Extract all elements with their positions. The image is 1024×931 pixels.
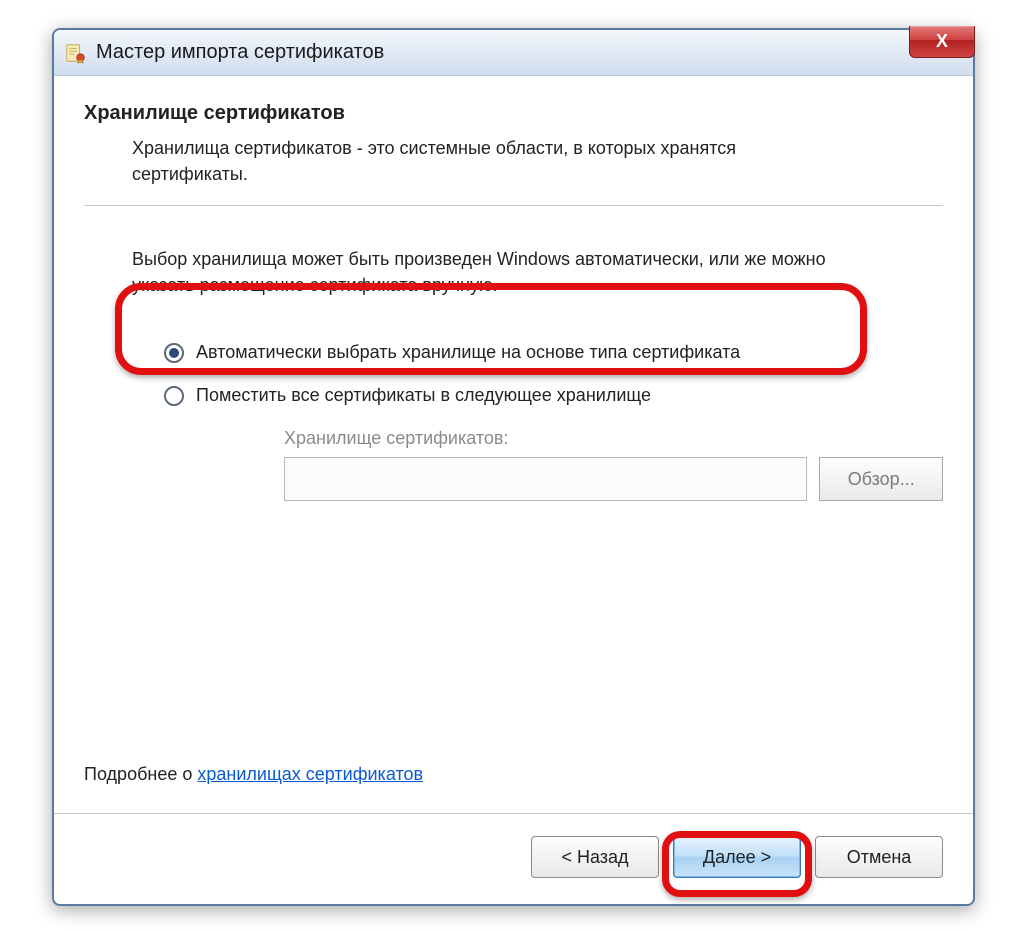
window-title: Мастер импорта сертификатов (96, 41, 963, 64)
cancel-button[interactable]: Отмена (815, 836, 943, 878)
radio-auto-store[interactable]: Автоматически выбрать хранилище на основ… (164, 342, 943, 363)
radio-manual-label: Поместить все сертификаты в следующее хр… (196, 385, 651, 406)
radio-manual-store[interactable]: Поместить все сертификаты в следующее хр… (164, 385, 943, 406)
page-heading: Хранилище сертификатов (84, 102, 943, 125)
store-field-label: Хранилище сертификатов: (284, 428, 943, 449)
certificate-store-input (284, 457, 807, 501)
close-button[interactable]: X (909, 26, 975, 58)
certificate-icon (64, 42, 86, 64)
titlebar: Мастер импорта сертификатов X (54, 30, 973, 76)
more-info-prefix: Подробнее о (84, 764, 197, 784)
store-section: Хранилище сертификатов: Обзор... (284, 428, 943, 501)
page-subheading: Хранилища сертификатов - это системные о… (132, 135, 832, 187)
radio-auto-label: Автоматически выбрать хранилище на основ… (196, 342, 740, 363)
radio-group-store-selection: Автоматически выбрать хранилище на основ… (164, 342, 943, 501)
radio-icon (164, 386, 184, 406)
next-button[interactable]: Далее > (673, 836, 801, 878)
back-button[interactable]: < Назад (531, 836, 659, 878)
wizard-window: Мастер импорта сертификатов X Хранилище … (52, 28, 975, 906)
close-icon: X (936, 31, 948, 52)
choice-intro: Выбор хранилища может быть произведен Wi… (132, 246, 872, 298)
more-info-row: Подробнее о хранилищах сертификатов (84, 764, 943, 785)
radio-icon (164, 343, 184, 363)
wizard-content: Хранилище сертификатов Хранилища сертифи… (54, 76, 973, 813)
browse-button: Обзор... (819, 457, 943, 501)
wizard-footer: < Назад Далее > Отмена (54, 813, 973, 904)
divider (84, 205, 943, 206)
more-info-link[interactable]: хранилищах сертификатов (197, 764, 423, 784)
